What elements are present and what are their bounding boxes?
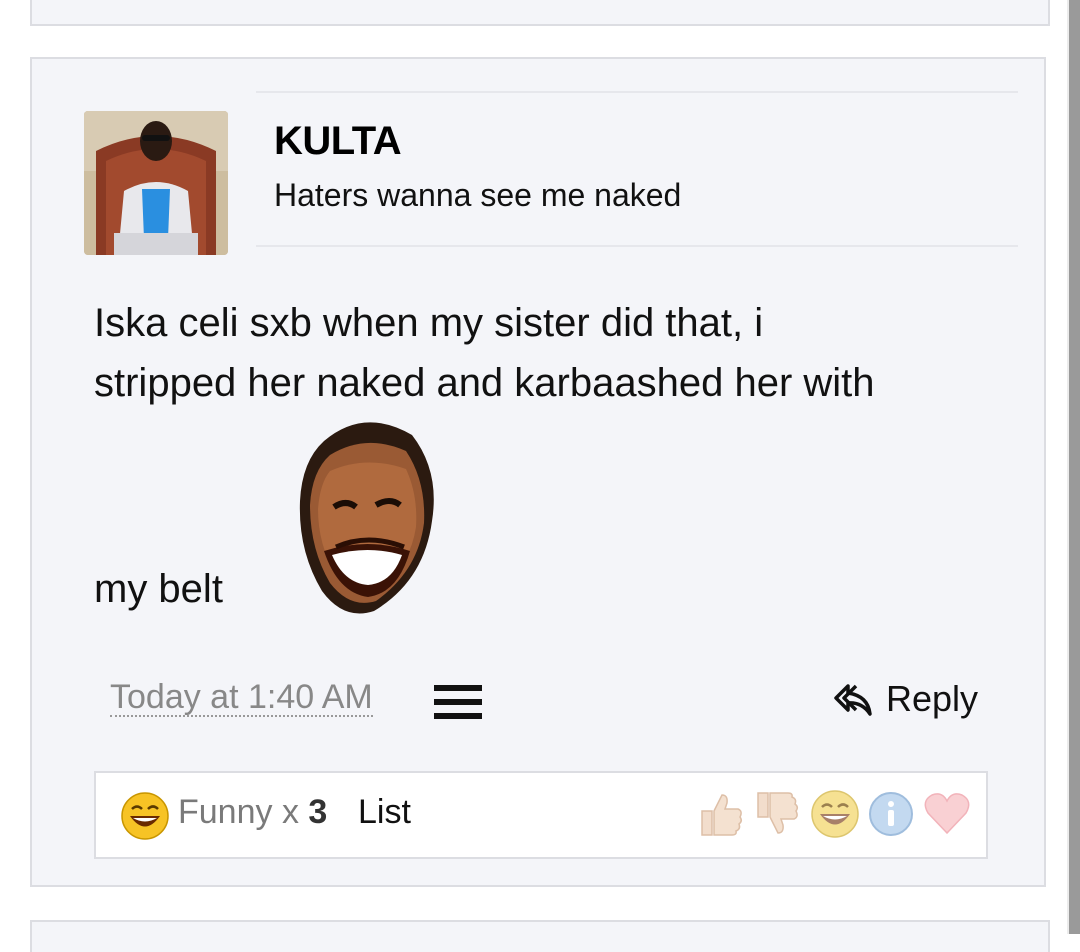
scrollbar[interactable] [1067,0,1080,934]
message-line: stripped her naked and karbaashed her wi… [94,361,875,405]
reply-button[interactable]: Reply [834,677,978,721]
user-info: KULTA Haters wanna see me naked [256,91,1018,247]
message-body: Iska celi sxb when my sister did that, i… [94,293,994,413]
message-line: Iska celi sxb when my sister did that, i [94,301,764,345]
user-title: Haters wanna see me naked [274,177,682,213]
previous-post-edge [30,0,1050,26]
reactions-list-link[interactable]: List [358,793,411,832]
laughing-emoji-icon [121,792,169,840]
post-timestamp[interactable]: Today at 1:40 AM [110,679,373,717]
thumbs-down-icon[interactable] [752,789,802,839]
message-tail: my belt [94,567,223,611]
thumbs-up-icon[interactable] [696,789,746,839]
scrollbar-thumb[interactable] [1069,0,1080,934]
reactions-bar: Funny x 3 List [94,771,988,859]
avatar[interactable] [84,111,228,255]
reaction-count: 3 [308,793,328,831]
info-icon[interactable] [866,789,916,839]
laughing-face-smilie-icon [294,411,440,621]
forum-post: KULTA Haters wanna see me naked Iska cel… [30,57,1046,887]
heart-icon[interactable] [922,789,972,839]
next-post-edge [30,920,1050,952]
reply-arrow-icon [834,684,872,716]
post-menu-icon[interactable] [434,685,482,721]
reply-label: Reply [886,678,979,719]
username[interactable]: KULTA [274,119,402,164]
reaction-summary[interactable]: Funny x 3 [178,793,327,832]
funny-icon[interactable] [810,789,860,839]
reaction-summary-label: Funny x [178,793,309,831]
